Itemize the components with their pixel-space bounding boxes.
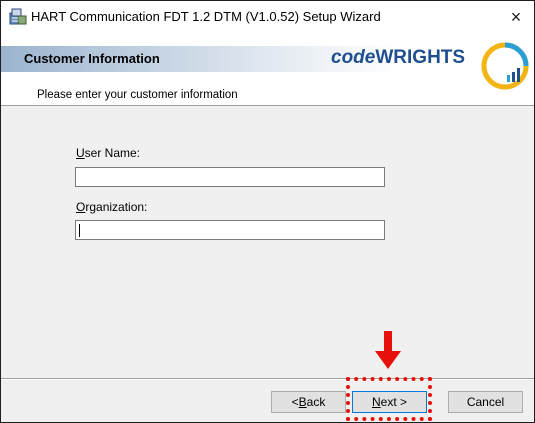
next-button-highlight-annotation	[346, 377, 432, 421]
brand-logo-text: codeWRIGHTS	[331, 47, 465, 69]
page-subtitle: Please enter your customer information	[37, 89, 238, 101]
text-caret	[79, 224, 80, 237]
window-title: HART Communication FDT 1.2 DTM (V1.0.52)…	[31, 9, 381, 24]
installer-app-icon	[9, 8, 27, 25]
organization-label: Organization:	[76, 200, 147, 214]
title-bar: HART Communication FDT 1.2 DTM (V1.0.52)…	[1, 1, 534, 33]
user-name-label-rest: ser Name:	[84, 146, 141, 160]
cancel-button[interactable]: Cancel	[448, 391, 523, 413]
footer-divider-highlight	[1, 379, 534, 380]
close-button[interactable]: ×	[498, 1, 534, 33]
cancel-label: Cancel	[466, 395, 505, 409]
back-accel: B	[298, 395, 307, 409]
setup-wizard-window: HART Communication FDT 1.2 DTM (V1.0.52)…	[0, 0, 535, 423]
organization-accel: O	[76, 200, 86, 214]
red-arrow-annotation	[375, 331, 401, 369]
wizard-banner: Customer Information codeWRIGHTS Please …	[1, 33, 534, 106]
organization-label-rest: rganization:	[85, 200, 148, 214]
brand-suffix: WRIGHTS	[375, 47, 466, 68]
user-name-label: User Name:	[76, 146, 140, 160]
back-rest: ack	[306, 395, 326, 409]
organization-input[interactable]	[75, 220, 385, 240]
user-name-accel: U	[76, 146, 85, 160]
back-button[interactable]: < Back	[271, 391, 346, 413]
page-title: Customer Information	[24, 51, 160, 66]
close-icon: ×	[510, 6, 522, 27]
back-prefix: <	[291, 395, 299, 409]
brand-prefix: code	[331, 47, 376, 68]
user-name-input[interactable]	[75, 167, 385, 187]
brand-logo-icon	[481, 42, 529, 90]
